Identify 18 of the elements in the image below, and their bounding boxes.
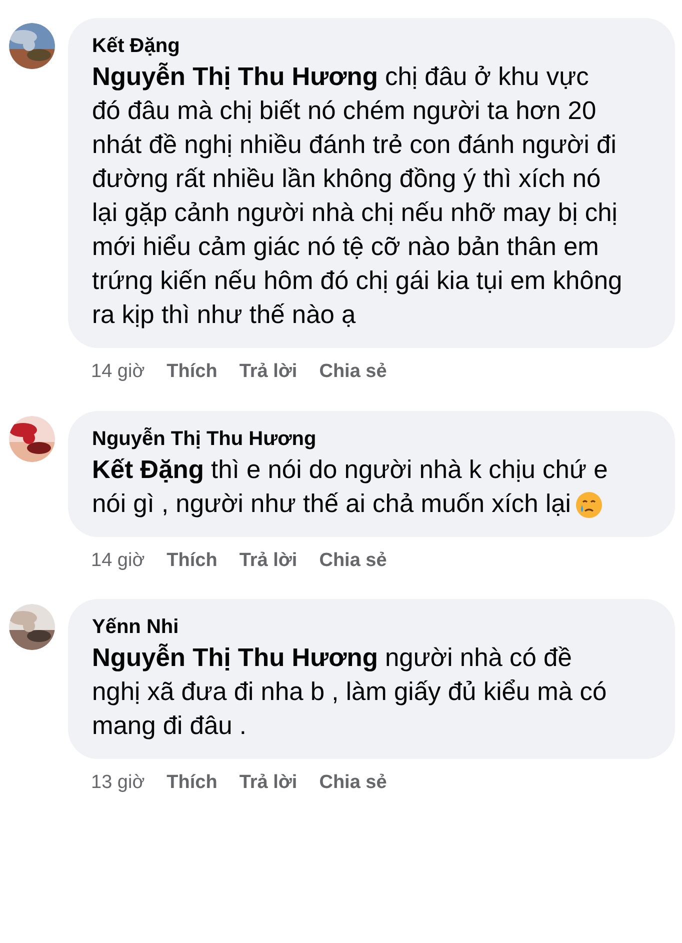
comment-text: Nguyễn Thị Thu Hương chị đâu ở khu vực đó đâu mà chị biết nó chém người ta hơn 20 nhát đề nghị nhiều đánh trẻ con đánh người đi đường rất nhiều lần không đồng ý thì xích nó lại gặp cảnh người nhà chị nếu nhỡ may bị chị mới hiểu cảm giác nó tệ cỡ nào bản thân em trứng kiến nếu hôm đó chị gái kia tụi em không ra kịp thì như thế nào ạ <box>92 62 623 331</box>
comment-action-link[interactable]: Chia sẻ <box>319 546 387 575</box>
comment-action-link[interactable]: Trả lời <box>239 769 298 798</box>
comment-action-link[interactable]: Thích <box>166 546 218 575</box>
comment-time: 14 giờ <box>91 548 145 572</box>
comment-action-link[interactable]: Thích <box>166 358 218 386</box>
author-name: Kết Đặng <box>92 34 181 59</box>
author-name: Nguyễn Thị Thu Hương <box>92 426 318 452</box>
comment-action-link[interactable]: Thích <box>166 769 218 798</box>
comment-time: 13 giờ <box>91 771 145 795</box>
comment-text: Nguyễn Thị Thu Hương người nhà có đề nghị xã đưa đi nha b , làm giấy đủ kiểu mà có mang đi đâu . <box>92 642 608 742</box>
comment-action-link[interactable]: Chia sẻ <box>319 358 387 386</box>
comment-time: 14 giờ <box>91 360 145 384</box>
comment-action-link[interactable]: Chia sẻ <box>319 769 387 798</box>
comment-text: Kết Đặng thì e nói do người nhà k chịu chứ e nói gì , người như thế ai chả muốn xích lại <box>92 454 609 520</box>
author-name: Yếnn Nhi <box>92 615 180 640</box>
comment-action-link[interactable]: Trả lời <box>239 546 298 575</box>
comment-action-link[interactable]: Trả lời <box>239 358 298 386</box>
